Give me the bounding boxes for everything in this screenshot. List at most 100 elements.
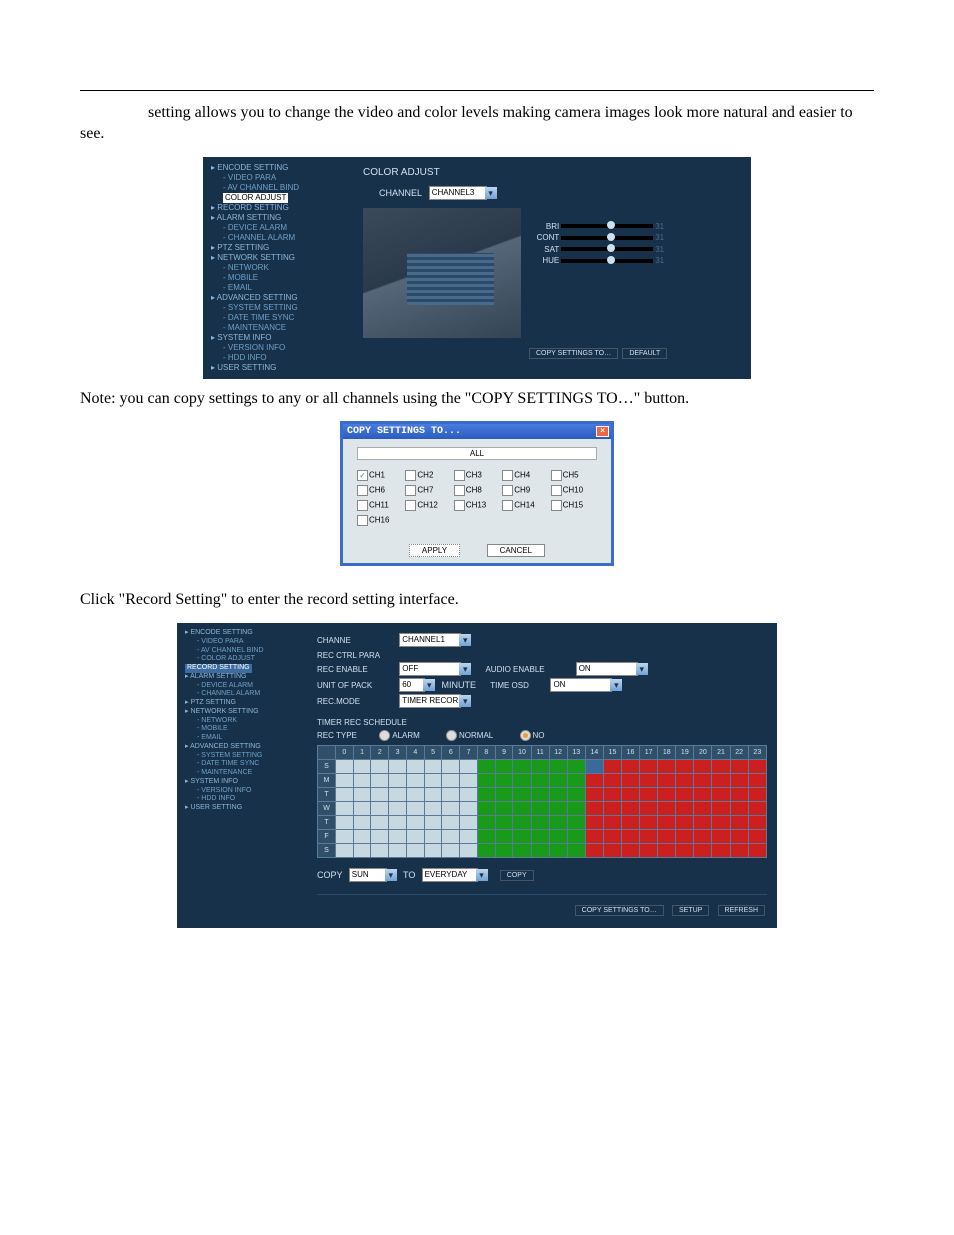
schedule-cell[interactable] bbox=[658, 760, 676, 774]
schedule-cell[interactable] bbox=[622, 816, 640, 830]
schedule-cell[interactable] bbox=[353, 774, 371, 788]
channel-checkbox[interactable]: CH14 bbox=[502, 500, 548, 511]
schedule-cell[interactable] bbox=[622, 802, 640, 816]
tree-item[interactable]: - VERSION INFO bbox=[209, 343, 343, 353]
schedule-cell[interactable] bbox=[694, 844, 712, 858]
schedule-cell[interactable] bbox=[513, 760, 531, 774]
channel-checkbox[interactable]: CH15 bbox=[551, 500, 597, 511]
schedule-cell[interactable] bbox=[549, 774, 567, 788]
schedule-cell[interactable] bbox=[585, 774, 603, 788]
channel-checkbox[interactable]: CH7 bbox=[405, 485, 451, 496]
schedule-cell[interactable] bbox=[712, 774, 730, 788]
schedule-cell[interactable] bbox=[353, 816, 371, 830]
schedule-cell[interactable] bbox=[549, 830, 567, 844]
tree-item[interactable]: RECORD SETTING bbox=[183, 664, 307, 673]
setup-button[interactable]: SETUP bbox=[672, 905, 709, 916]
schedule-cell[interactable] bbox=[712, 830, 730, 844]
schedule-cell[interactable] bbox=[640, 830, 658, 844]
schedule-cell[interactable] bbox=[389, 802, 407, 816]
schedule-cell[interactable] bbox=[567, 774, 585, 788]
schedule-cell[interactable] bbox=[676, 774, 694, 788]
schedule-cell[interactable] bbox=[658, 788, 676, 802]
chevron-down-icon[interactable]: ▾ bbox=[459, 663, 471, 675]
schedule-cell[interactable] bbox=[442, 788, 460, 802]
copy-button[interactable]: COPY bbox=[500, 870, 534, 881]
schedule-cell[interactable] bbox=[748, 844, 766, 858]
rec-enable-select[interactable]: OFF bbox=[399, 662, 461, 676]
tree-item[interactable]: - MOBILE bbox=[209, 273, 343, 283]
schedule-cell[interactable] bbox=[694, 774, 712, 788]
schedule-cell[interactable] bbox=[513, 830, 531, 844]
tree-item[interactable]: ▸ RECORD SETTING bbox=[209, 203, 343, 213]
schedule-cell[interactable] bbox=[531, 774, 549, 788]
schedule-cell[interactable] bbox=[640, 802, 658, 816]
schedule-cell[interactable] bbox=[712, 816, 730, 830]
schedule-cell[interactable] bbox=[495, 816, 513, 830]
tree-item[interactable]: - SYSTEM SETTING bbox=[183, 752, 307, 761]
channel-checkbox[interactable]: CH2 bbox=[405, 470, 451, 481]
channel-checkbox[interactable]: CH16 bbox=[357, 515, 403, 526]
schedule-cell[interactable] bbox=[730, 816, 748, 830]
schedule-cell[interactable] bbox=[424, 816, 442, 830]
schedule-cell[interactable] bbox=[676, 830, 694, 844]
audio-enable-select[interactable]: ON bbox=[576, 662, 638, 676]
schedule-cell[interactable] bbox=[748, 816, 766, 830]
channel-select[interactable]: CHANNEL3 bbox=[429, 186, 487, 200]
schedule-cell[interactable] bbox=[603, 802, 621, 816]
tree-item[interactable]: - DEVICE ALARM bbox=[183, 682, 307, 691]
schedule-cell[interactable] bbox=[712, 788, 730, 802]
nav-tree[interactable]: ▸ ENCODE SETTING- VIDEO PARA- AV CHANNEL… bbox=[203, 157, 343, 379]
channel-checkbox[interactable]: CH12 bbox=[405, 500, 451, 511]
chevron-down-icon[interactable]: ▾ bbox=[636, 663, 648, 675]
schedule-cell[interactable] bbox=[567, 844, 585, 858]
rec-mode-select[interactable]: TIMER RECOR bbox=[399, 694, 461, 708]
channel-checkbox[interactable]: CH3 bbox=[454, 470, 500, 481]
schedule-cell[interactable] bbox=[442, 774, 460, 788]
tree-item[interactable]: - VERSION INFO bbox=[183, 787, 307, 796]
schedule-cell[interactable] bbox=[567, 760, 585, 774]
copy-to-select[interactable]: EVERYDAY bbox=[422, 868, 478, 882]
tree-item[interactable]: - AV CHANNEL BIND bbox=[209, 183, 343, 193]
schedule-cell[interactable] bbox=[495, 788, 513, 802]
schedule-cell[interactable] bbox=[477, 830, 495, 844]
tree-item[interactable]: - VIDEO PARA bbox=[209, 173, 343, 183]
normal-radio[interactable] bbox=[446, 730, 457, 741]
schedule-cell[interactable] bbox=[658, 774, 676, 788]
chevron-down-icon[interactable]: ▾ bbox=[385, 869, 397, 881]
schedule-cell[interactable] bbox=[567, 788, 585, 802]
tree-item[interactable]: ▸ ADVANCED SETTING bbox=[209, 293, 343, 303]
schedule-cell[interactable] bbox=[442, 760, 460, 774]
tree-item[interactable]: - DEVICE ALARM bbox=[209, 223, 343, 233]
tree-item[interactable]: ▸ NETWORK SETTING bbox=[209, 253, 343, 263]
schedule-cell[interactable] bbox=[748, 774, 766, 788]
schedule-cell[interactable] bbox=[694, 760, 712, 774]
schedule-cell[interactable] bbox=[531, 788, 549, 802]
chevron-down-icon[interactable]: ▾ bbox=[476, 869, 488, 881]
schedule-cell[interactable] bbox=[442, 816, 460, 830]
schedule-cell[interactable] bbox=[730, 788, 748, 802]
schedule-cell[interactable] bbox=[658, 830, 676, 844]
schedule-cell[interactable] bbox=[371, 816, 389, 830]
channel-checkbox[interactable]: CH9 bbox=[502, 485, 548, 496]
schedule-cell[interactable] bbox=[622, 774, 640, 788]
schedule-cell[interactable] bbox=[335, 802, 353, 816]
schedule-cell[interactable] bbox=[694, 816, 712, 830]
cont-slider[interactable] bbox=[561, 236, 653, 240]
cancel-button[interactable]: CANCEL bbox=[487, 544, 545, 557]
channel-checkbox[interactable]: ✓CH1 bbox=[357, 470, 403, 481]
alarm-radio[interactable] bbox=[379, 730, 390, 741]
copy-settings-button-2[interactable]: COPY SETTINGS TO… bbox=[575, 905, 664, 916]
time-osd-select[interactable]: ON bbox=[550, 678, 612, 692]
schedule-cell[interactable] bbox=[353, 760, 371, 774]
tree-item[interactable]: - VIDEO PARA bbox=[183, 638, 307, 647]
tree-item[interactable]: - SYSTEM SETTING bbox=[209, 303, 343, 313]
schedule-cell[interactable] bbox=[730, 774, 748, 788]
chevron-down-icon[interactable]: ▾ bbox=[459, 695, 471, 707]
schedule-cell[interactable] bbox=[335, 760, 353, 774]
tree-item[interactable]: - MAINTENANCE bbox=[209, 323, 343, 333]
schedule-cell[interactable] bbox=[531, 830, 549, 844]
schedule-cell[interactable] bbox=[389, 816, 407, 830]
tree-item[interactable]: ▸ ALARM SETTING bbox=[209, 213, 343, 223]
schedule-cell[interactable] bbox=[406, 760, 424, 774]
schedule-cell[interactable] bbox=[549, 844, 567, 858]
